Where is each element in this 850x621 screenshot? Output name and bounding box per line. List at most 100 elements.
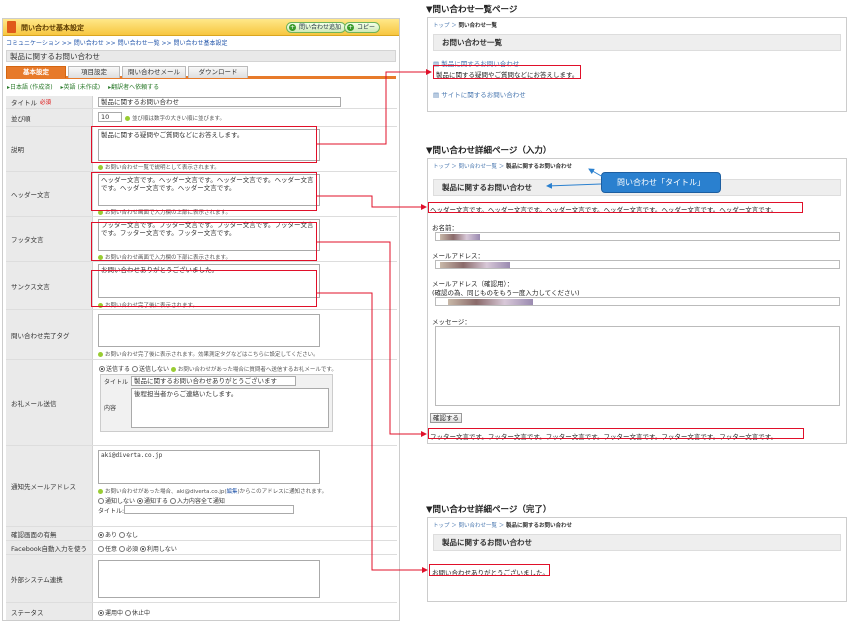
input-section-title: ▼問い合わせ詳細ページ（入力） — [426, 146, 552, 156]
radio-confirm-yes[interactable]: あり — [98, 532, 117, 539]
tab-items[interactable]: 項目設定 — [68, 66, 120, 78]
crumb-home[interactable]: トップ — [433, 523, 450, 529]
inquiry-link-site[interactable]: ▤ サイトに関するお問い合わせ — [433, 89, 526, 99]
footer-textarea[interactable]: フッター文言です。フッター文言です。フッター文言です。フッター文言です。フッター… — [98, 219, 320, 251]
row-label: タイトル 必須 — [6, 96, 93, 108]
edit-link[interactable]: 編集 — [227, 489, 238, 495]
thanks-textarea[interactable]: お問い合わせありがとうございました。 — [98, 264, 320, 298]
inquiry-desc-product: 製品に関する疑問やご質問などにお答えします。 — [436, 71, 579, 79]
hint-icon — [170, 367, 176, 372]
mail-body-textarea[interactable]: 後程担当者からご連絡いたします。 — [131, 388, 329, 428]
add-inquiry-button[interactable]: + 問い合わせ追加 — [286, 22, 347, 33]
window-title: 問い合わせ基本設定 — [21, 24, 84, 32]
message-textarea[interactable] — [435, 326, 840, 406]
radio-notify-off[interactable]: 通知しない — [98, 498, 135, 505]
crumb-list[interactable]: 問い合わせ一覧 — [459, 523, 498, 529]
radio-confirm-no[interactable]: なし — [118, 532, 138, 539]
row-label: サンクス文言 — [6, 262, 93, 309]
row-thanks: サンクス文言 お問い合わせありがとうございました。 お問い合わせ完了後に表示され… — [6, 262, 397, 310]
name-input[interactable] — [435, 232, 840, 241]
hint-icon — [98, 303, 103, 308]
radio-notify-all[interactable]: 入力内容全て通知 — [169, 498, 225, 505]
email-input[interactable] — [435, 260, 840, 269]
mail-title-input[interactable]: 製品に関するお問い合わせありがとうございます — [131, 376, 296, 386]
row-label: フッタ文言 — [6, 217, 93, 261]
list-section-title: ▼問い合わせ一覧ページ — [426, 5, 518, 15]
tab-basic[interactable]: 基本設定 — [6, 66, 66, 78]
input-header-text: ヘッダー文言です。ヘッダー文言です。ヘッダー文言です。ヘッダー文言です。ヘッダー… — [430, 206, 778, 214]
tab-download[interactable]: ダウンロード — [188, 66, 248, 78]
email-label: メールアドレス： — [432, 252, 484, 260]
list-page-preview: トップ ＞ 問い合わせ一覧 お問い合わせ一覧 ▤ 製品に関するお問い合わせ 製品… — [427, 17, 847, 112]
mail-body-label: 内容 — [104, 405, 117, 412]
copy-button[interactable]: + コピー — [344, 22, 381, 33]
confirm-options: あり なし — [98, 530, 138, 539]
hint-icon — [98, 210, 103, 215]
email-confirm-input[interactable] — [435, 297, 840, 306]
facebook-options: 任意 必須 利用しない — [98, 544, 177, 553]
thank-mail-box: タイトル 製品に関するお問い合わせありがとうございます 内容 後程担当者からご連… — [100, 374, 333, 432]
order-input[interactable]: 10 — [98, 112, 122, 122]
row-complete-tag: 問い合わせ完了タグ お問い合わせ完了後に表示されます。効果測定タグなどはこちらに… — [6, 310, 397, 360]
admin-panel: 問い合わせ基本設定 + 問い合わせ追加 + コピー コミュニケーション >> 問い合… — [2, 18, 400, 621]
hint-icon — [98, 489, 103, 494]
notify-title-input[interactable] — [124, 505, 294, 514]
row-label: 外部システム連携 — [6, 555, 93, 602]
message-label: メッセージ： — [432, 318, 471, 326]
description-hint: お問い合わせ一覧で説明として表示されます。 — [98, 163, 220, 171]
description-textarea[interactable]: 製品に関する疑問やご質問などにお答えします。 — [98, 129, 320, 161]
confirm-button[interactable]: 確認する — [430, 413, 462, 423]
lang-en[interactable]: ▸英語 (未作成) — [61, 84, 104, 91]
radio-fb-required[interactable]: 必須 — [118, 546, 138, 553]
input-page-preview: トップ ＞ 問い合わせ一覧 ＞ 製品に関するお問い合わせ 製品に関するお問い合わ… — [427, 158, 847, 444]
radio-status-paused[interactable]: 休止中 — [124, 610, 150, 617]
notify-textarea[interactable]: aki@diverta.co.jp — [98, 450, 320, 484]
radio-notify-on[interactable]: 通知する — [136, 498, 168, 505]
lang-ja[interactable]: ▸日本語 (作成済) — [7, 84, 56, 91]
input-breadcrumb: トップ ＞ 問い合わせ一覧 ＞ 製品に関するお問い合わせ — [433, 164, 573, 170]
header-textarea[interactable]: ヘッダー文言です。ヘッダー文言です。ヘッダー文言です。ヘッダー文言です。ヘッダー… — [98, 174, 320, 206]
breadcrumb[interactable]: コミュニケーション >> 問い合わせ >> 問い合わせ一覧 >> 問い合わせ基本… — [3, 36, 399, 49]
title-input[interactable]: 製品に関するお問い合わせ — [98, 97, 341, 107]
row-label: 問い合わせ完了タグ — [6, 310, 93, 359]
row-label: Facebook自動入力を使う — [6, 541, 93, 554]
done-section-title: ▼問い合わせ詳細ページ（完了） — [426, 505, 552, 515]
row-title: タイトル 必須 製品に関するお問い合わせ — [6, 96, 397, 109]
external-textarea[interactable] — [98, 560, 320, 598]
app-icon — [7, 21, 16, 33]
radio-no-send[interactable]: 送信しない — [131, 366, 169, 373]
title-callout: 問い合わせ「タイトル」 — [601, 172, 721, 193]
order-hint: 並び順は数字の大きい順に並びます。 — [125, 114, 225, 122]
row-label: ヘッダー文言 — [6, 172, 93, 216]
language-bar: ▸日本語 (作成済) ▸英語 (未作成) ▸翻訳者へ依頼する — [3, 79, 399, 92]
row-label: お礼メール送信 — [6, 360, 93, 445]
request-translation-link[interactable]: ▸翻訳者へ依頼する — [108, 84, 162, 91]
tab-mail[interactable]: 問い合わせメール — [122, 66, 186, 78]
row-thank-mail: お礼メール送信 送信する 送信しない お問い合わせがあった場合に質問者へ送信する… — [6, 360, 397, 446]
done-breadcrumb: トップ ＞ 問い合わせ一覧 ＞ 製品に関するお問い合わせ — [433, 523, 573, 529]
thanks-hint: お問い合わせ完了後に表示されます。 — [98, 301, 198, 309]
radio-send[interactable]: 送信する — [99, 366, 130, 373]
radio-fb-optional[interactable]: 任意 — [98, 546, 117, 553]
add-inquiry-label: 問い合わせ追加 — [299, 24, 342, 31]
row-label: 並び順 — [6, 109, 93, 126]
notify-options: 通知しない 通知する 入力内容全て通知 — [98, 496, 225, 505]
hint-icon — [98, 255, 103, 260]
done-thanks-text: お問い合わせありがとうございました。 — [432, 569, 549, 577]
complete-tag-textarea[interactable] — [98, 314, 320, 347]
radio-fb-off[interactable]: 利用しない — [139, 546, 177, 553]
crumb-home[interactable]: トップ — [433, 23, 450, 29]
row-order: 並び順 10 並び順は数字の大きい順に並びます。 — [6, 109, 397, 127]
list-breadcrumb: トップ ＞ 問い合わせ一覧 — [433, 23, 498, 29]
row-description: 説明 製品に関する疑問やご質問などにお答えします。 お問い合わせ一覧で説明として… — [6, 127, 397, 172]
complete-tag-hint: お問い合わせ完了後に表示されます。効果測定タグなどはこちらに設定してください。 — [98, 350, 319, 358]
hint-icon — [98, 352, 103, 357]
tab-bar: 基本設定 項目設定 問い合わせメール ダウンロード — [6, 66, 396, 79]
inquiry-link-product[interactable]: ▤ 製品に関するお問い合わせ — [433, 58, 519, 68]
row-label: 説明 — [6, 127, 93, 171]
header-hint: お問い合わせ画面で入力欄の上部に表示されます。 — [98, 208, 231, 216]
radio-status-active[interactable]: 運用中 — [98, 610, 123, 617]
crumb-home[interactable]: トップ — [433, 164, 450, 170]
crumb-list[interactable]: 問い合わせ一覧 — [459, 164, 498, 170]
notify-hint: お問い合わせがあった場合、aki@diverta.co.jp(編集)からこのアド… — [98, 487, 327, 495]
